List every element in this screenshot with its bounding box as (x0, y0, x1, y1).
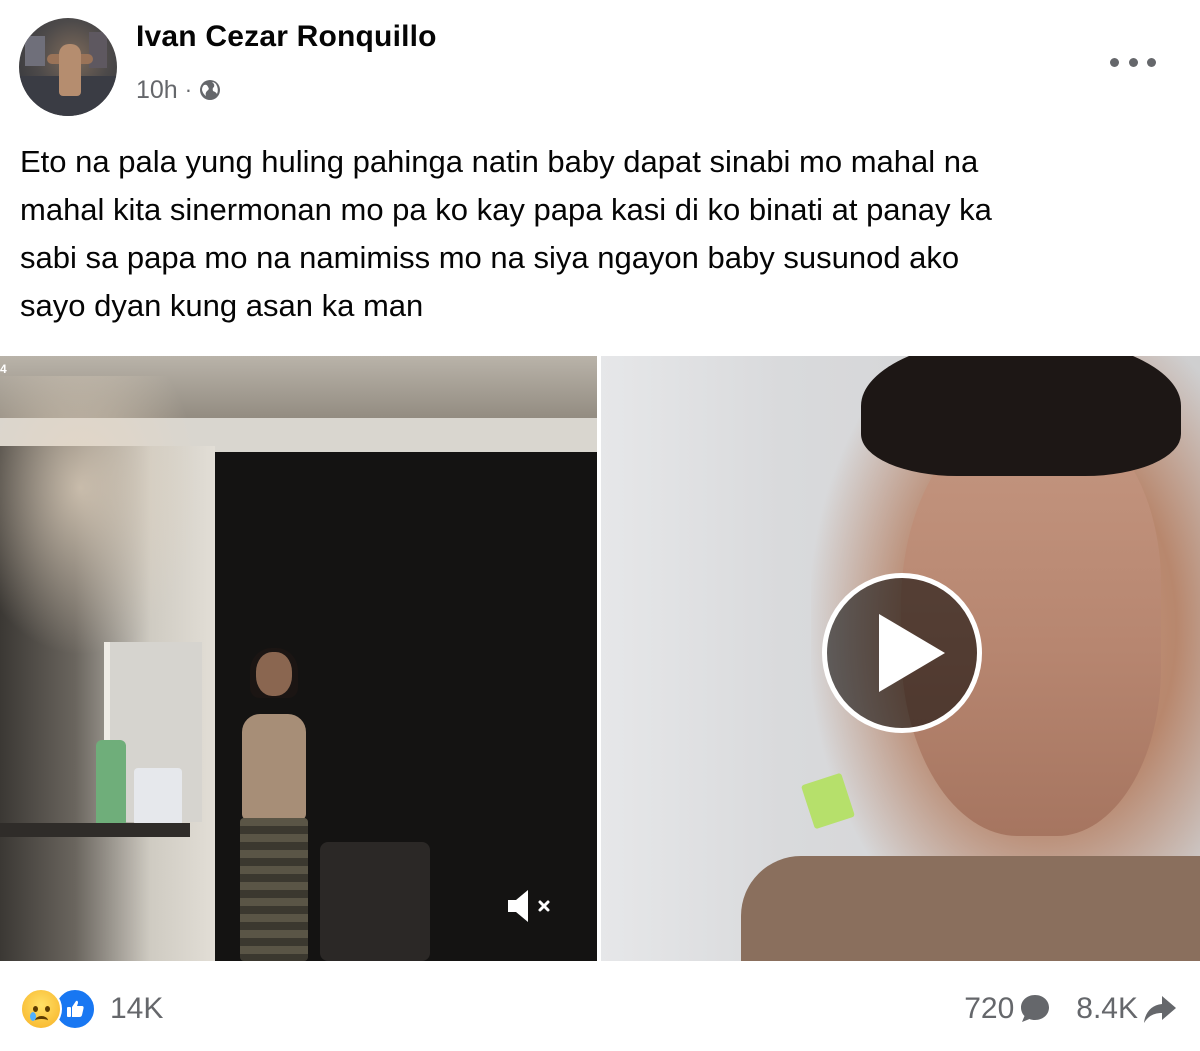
mouth (35, 1016, 48, 1025)
meta-separator: · (184, 77, 193, 102)
share-count[interactable]: 8.4K (1076, 992, 1138, 1026)
avatar-background-detail (89, 32, 107, 68)
author-name[interactable]: Ivan Cezar Ronquillo (136, 20, 437, 54)
scene-hair (861, 356, 1181, 476)
scene-motion-blur (0, 376, 200, 656)
post-media: 4 (0, 356, 1200, 961)
sad-reaction-icon (20, 988, 62, 1030)
person-head (256, 652, 292, 696)
share-icon[interactable] (1142, 992, 1178, 1026)
comment-icon[interactable] (1018, 992, 1052, 1026)
thumbs-up-icon (67, 1000, 84, 1017)
scene-chair (320, 842, 430, 961)
scene-shirt (741, 856, 1200, 961)
scene-person (228, 648, 320, 961)
post-text-line: mahal kita sinermonan mo pa ko kay papa … (20, 192, 992, 227)
facebook-post: Ivan Cezar Ronquillo 10h · Eto na pala y… (0, 0, 1200, 1051)
dot-icon (1110, 57, 1119, 67)
avatar-background-detail (25, 36, 45, 66)
play-icon (879, 614, 945, 692)
video-right[interactable] (601, 356, 1200, 961)
scene-bottle (96, 740, 126, 824)
reaction-count: 14K (110, 992, 164, 1025)
scene-shelf (0, 823, 190, 837)
person-torso (242, 714, 306, 820)
comment-count[interactable]: 720 (964, 992, 1014, 1026)
globe-icon[interactable] (198, 78, 222, 102)
tear (30, 1012, 36, 1021)
post-timestamp[interactable]: 10h (136, 76, 178, 105)
post-meta: 10h · (136, 73, 222, 107)
scene-jug (134, 768, 182, 826)
speaker-muted-icon[interactable] (504, 886, 556, 926)
eye (33, 1006, 38, 1012)
post-stats: 720 8.4K (964, 986, 1178, 1032)
avatar-figure (59, 44, 81, 96)
video-left[interactable]: 4 (0, 356, 597, 961)
video-corner-label: 4 (0, 362, 7, 376)
person-legs (240, 818, 308, 961)
post-text-line: sabi sa papa mo na namimiss mo na siya n… (20, 240, 960, 275)
dot-icon (1128, 57, 1138, 67)
dot-icon (1147, 57, 1156, 67)
post-text-line: Eto na pala yung huling pahinga natin ba… (20, 144, 979, 179)
author-avatar[interactable] (19, 18, 117, 116)
post-text-line: sayo dyan kung asan ka man (20, 288, 424, 323)
play-button[interactable] (822, 573, 982, 733)
reactions-summary[interactable]: 14K (20, 986, 163, 1032)
more-options-icon[interactable] (1110, 48, 1156, 76)
post-text: Eto na pala yung huling pahinga natin ba… (20, 138, 1180, 330)
eye (45, 1006, 50, 1012)
